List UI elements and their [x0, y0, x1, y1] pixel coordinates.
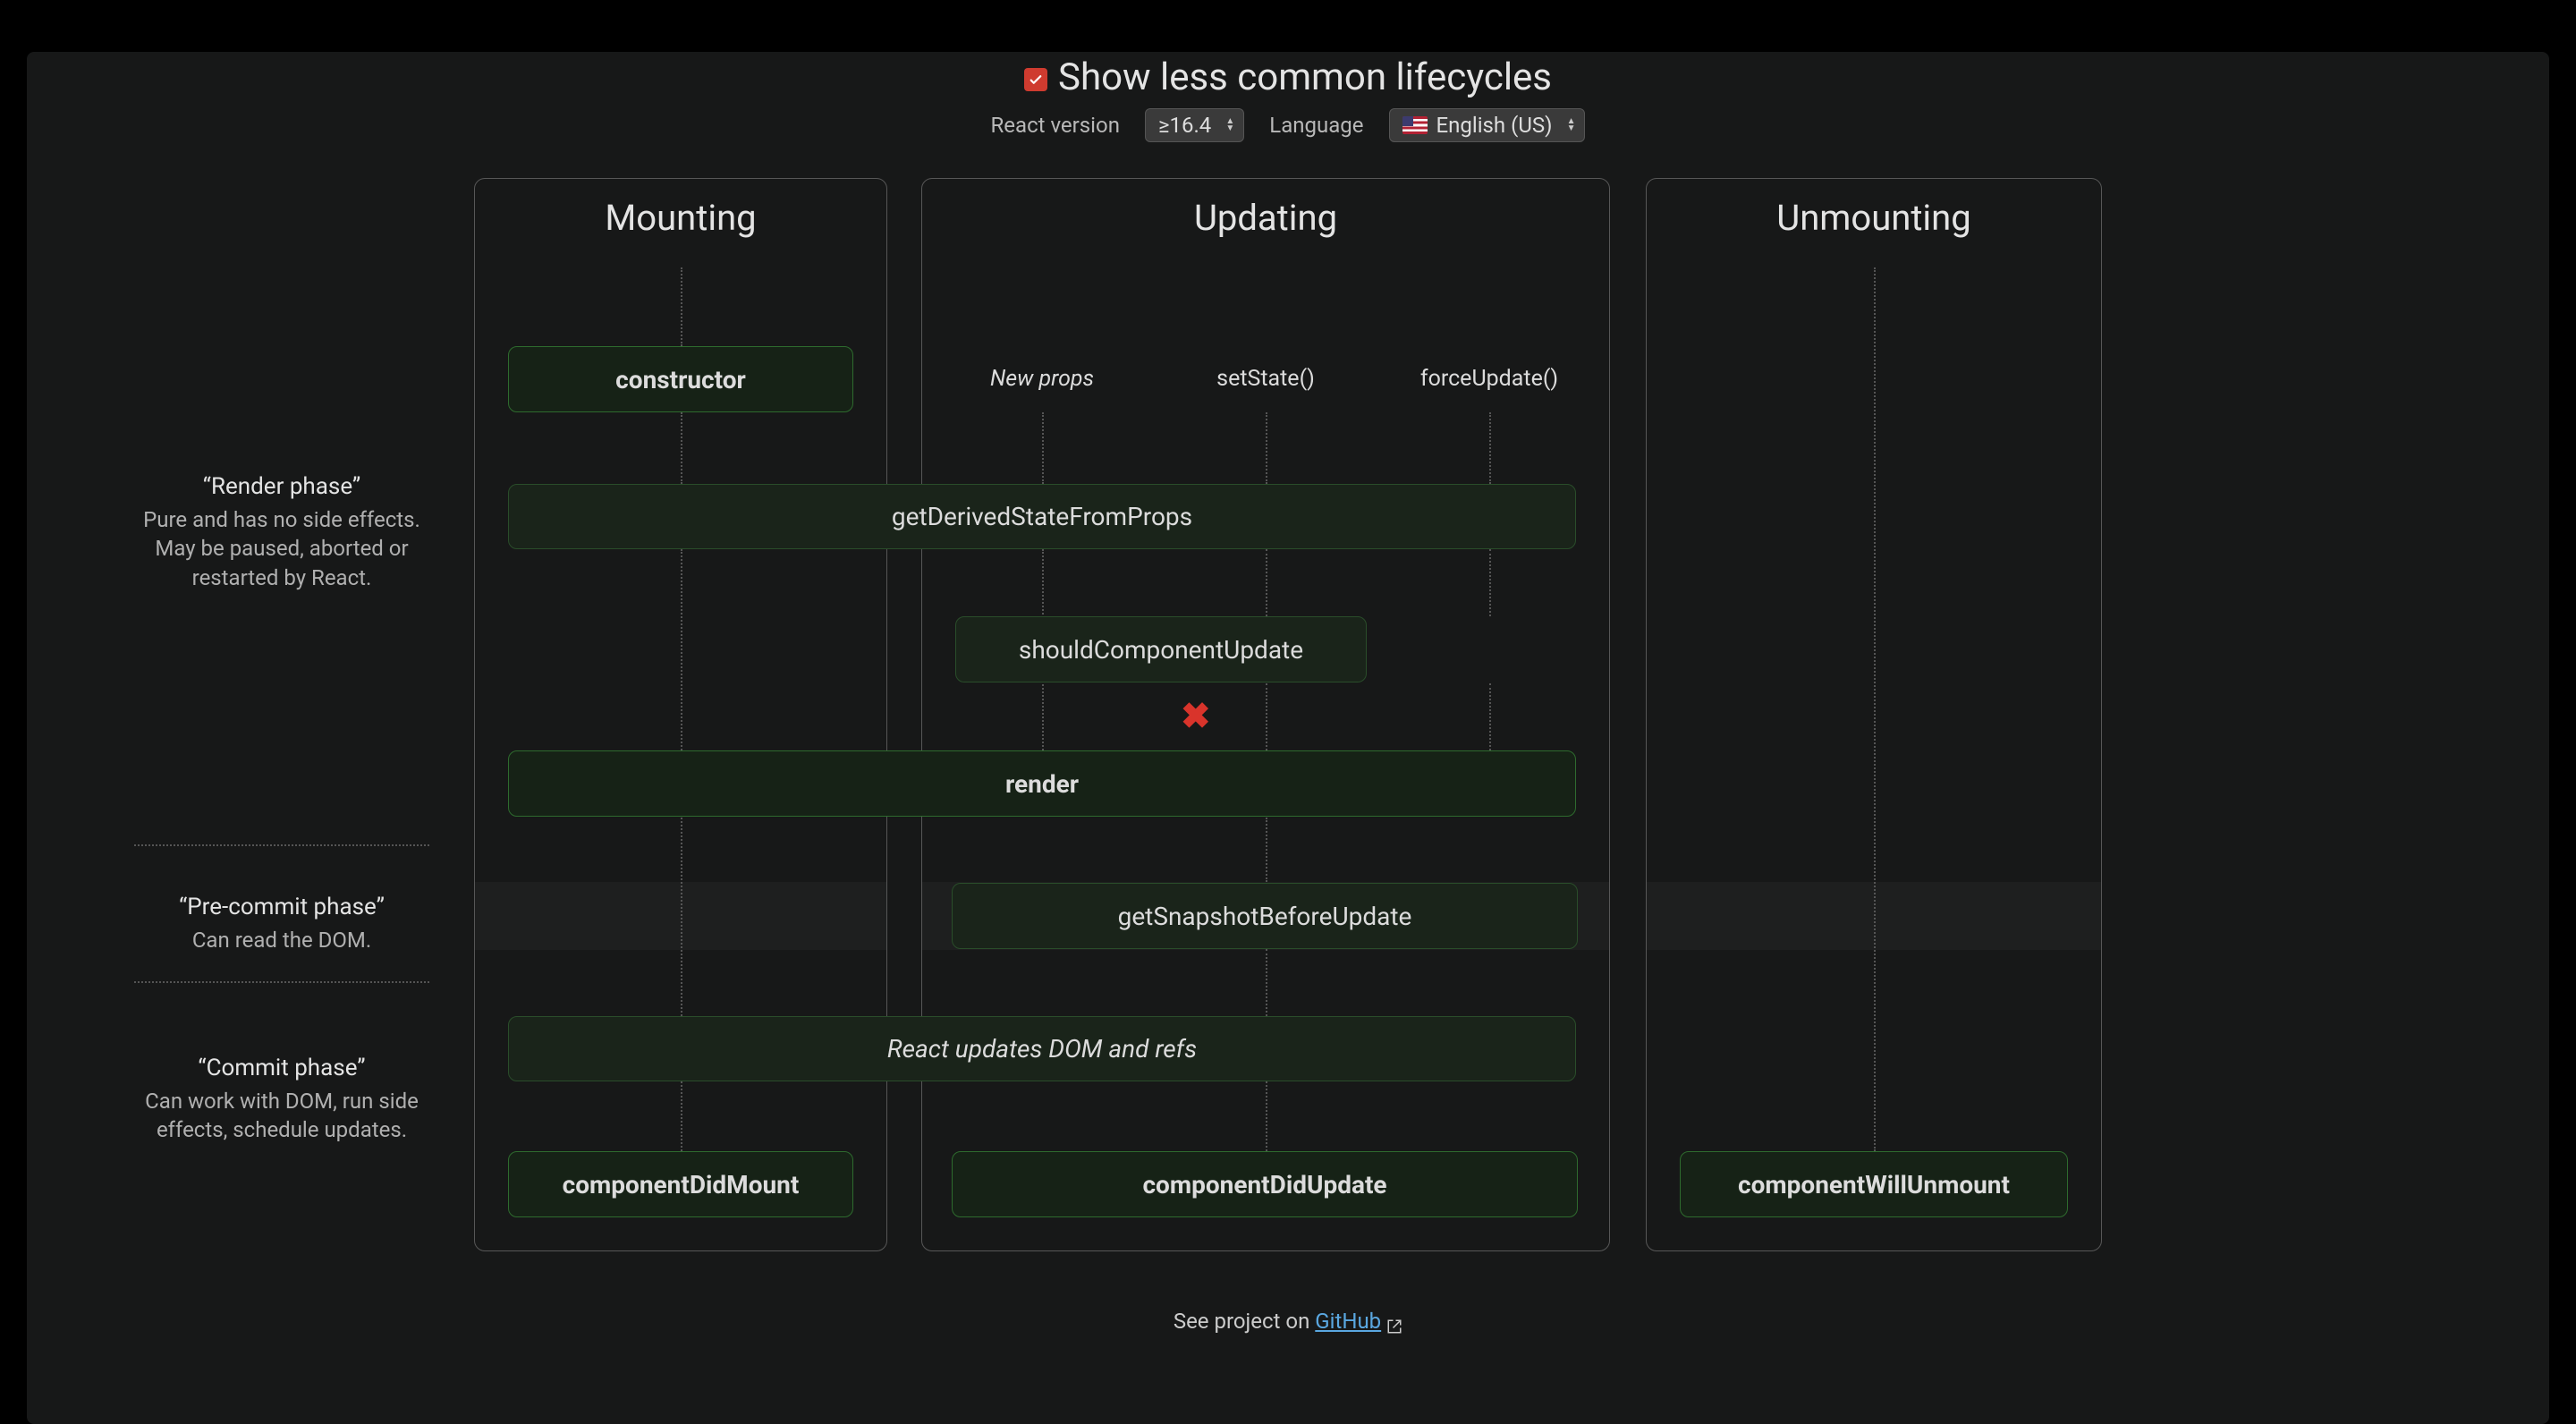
box-gdsfp-label: getDerivedStateFromProps — [892, 502, 1192, 531]
phase-divider — [134, 981, 429, 983]
column-title-mounting: Mounting — [475, 179, 886, 239]
language-label: Language — [1269, 113, 1363, 138]
footer-prefix: See project on — [1174, 1309, 1315, 1334]
connector — [1266, 818, 1267, 882]
connector — [1042, 412, 1044, 484]
box-component-did-update[interactable]: componentDidUpdate — [952, 1151, 1578, 1217]
language-value: English (US) — [1436, 113, 1553, 138]
connector — [1266, 949, 1267, 1016]
connector — [681, 818, 682, 1016]
box-react-updates-label: React updates DOM and refs — [887, 1034, 1197, 1064]
box-component-will-unmount[interactable]: componentWillUnmount — [1680, 1151, 2068, 1217]
trigger-set-state: setState() — [1154, 366, 1377, 392]
toggle-label[interactable]: Show less common lifecycles — [1058, 55, 1552, 99]
connector — [1266, 1081, 1267, 1151]
react-version-select[interactable]: ≥16.4 ▲▼ — [1145, 108, 1244, 142]
box-should-component-update[interactable]: shouldComponentUpdate — [955, 616, 1367, 682]
box-cwu-label: componentWillUnmount — [1738, 1170, 2010, 1199]
external-link-icon — [1386, 1315, 1402, 1331]
phase-commit-title: “Commit phase” — [134, 1055, 429, 1081]
checkbox-show-less[interactable] — [1024, 68, 1047, 91]
diagram-grid: Mounting Updating Unmounting “Render pha… — [170, 178, 2406, 1251]
box-cdm-label: componentDidMount — [563, 1170, 800, 1199]
connector — [681, 412, 682, 484]
connector — [1489, 683, 1491, 750]
column-title-unmounting: Unmounting — [1647, 179, 2101, 239]
phase-precommit-label: “Pre-commit phase” Can read the DOM. — [134, 894, 429, 954]
page-root: Show less common lifecycles React versio… — [27, 52, 2549, 1424]
connector — [1266, 683, 1267, 750]
connector — [681, 549, 682, 750]
box-constructor-label: constructor — [615, 365, 746, 394]
checkmark-icon — [1028, 72, 1044, 88]
us-flag-icon — [1402, 116, 1428, 134]
connector — [1266, 549, 1267, 616]
controls-row: React version ≥16.4 ▲▼ Language English … — [991, 108, 1586, 142]
box-component-did-mount[interactable]: componentDidMount — [508, 1151, 853, 1217]
box-render-label: render — [1005, 769, 1079, 799]
phase-precommit-title: “Pre-commit phase” — [134, 894, 429, 920]
box-render[interactable]: render — [508, 750, 1576, 817]
phase-commit-desc: Can work with DOM, run side effects, sch… — [134, 1087, 429, 1145]
phase-render-desc: Pure and has no side effects. May be pau… — [134, 505, 429, 592]
connector — [681, 267, 682, 346]
box-cdu-label: componentDidUpdate — [1142, 1170, 1386, 1199]
toggle-row: Show less common lifecycles — [1024, 55, 1552, 99]
box-get-derived-state[interactable]: getDerivedStateFromProps — [508, 484, 1576, 549]
select-arrows-icon: ▲▼ — [1567, 118, 1576, 132]
footer: See project on GitHub — [27, 1309, 2549, 1334]
box-get-snapshot[interactable]: getSnapshotBeforeUpdate — [952, 883, 1578, 949]
phase-divider — [134, 844, 429, 846]
trigger-force-update: forceUpdate() — [1377, 366, 1601, 392]
box-gsbu-label: getSnapshotBeforeUpdate — [1118, 902, 1412, 931]
select-arrows-icon: ▲▼ — [1225, 118, 1234, 132]
github-link-text: GitHub — [1315, 1309, 1381, 1334]
react-version-label: React version — [991, 113, 1120, 138]
connector — [681, 1081, 682, 1151]
box-scu-label: shouldComponentUpdate — [1019, 635, 1303, 665]
phase-commit-label: “Commit phase” Can work with DOM, run si… — [134, 1055, 429, 1145]
connector — [1489, 412, 1491, 484]
phase-render-title: “Render phase” — [134, 473, 429, 500]
github-link[interactable]: GitHub — [1315, 1309, 1381, 1334]
language-select[interactable]: English (US) ▲▼ — [1389, 108, 1586, 142]
box-react-updates-dom: React updates DOM and refs — [508, 1016, 1576, 1081]
connector — [1489, 549, 1491, 616]
react-version-value: ≥16.4 — [1158, 113, 1211, 138]
box-constructor[interactable]: constructor — [508, 346, 853, 412]
connector — [1266, 412, 1267, 484]
connector — [1874, 267, 1876, 1151]
cross-icon: ✖ — [1181, 695, 1211, 737]
header: Show less common lifecycles React versio… — [27, 52, 2549, 178]
trigger-new-props: New props — [930, 366, 1154, 392]
column-title-updating: Updating — [922, 179, 1609, 239]
phase-render-label: “Render phase” Pure and has no side effe… — [134, 473, 429, 592]
phase-precommit-desc: Can read the DOM. — [134, 926, 429, 954]
